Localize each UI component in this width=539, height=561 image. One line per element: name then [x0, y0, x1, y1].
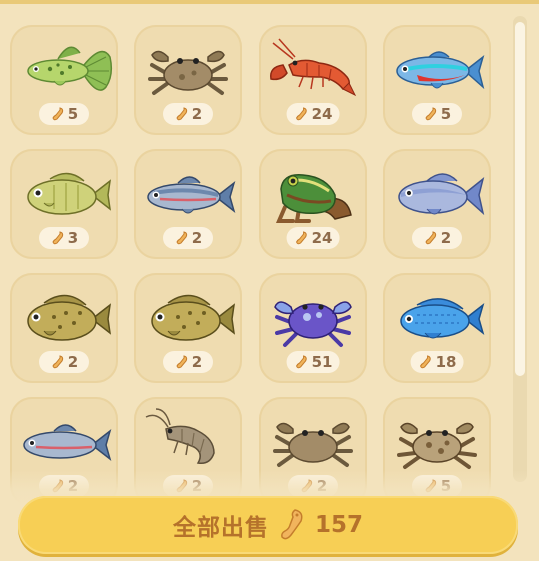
price-value: 2 — [67, 353, 79, 371]
item-card-blue-cichlid[interactable]: 18 — [383, 273, 491, 383]
price-tag: 3 — [39, 227, 89, 249]
sell-all-label: 全部出售 — [172, 515, 269, 541]
item-card-shrimp[interactable]: 24 — [259, 25, 367, 135]
price-value: 2 — [440, 229, 452, 247]
item-card-crab[interactable]: 2 — [134, 25, 242, 135]
bluegill-icon — [27, 172, 112, 215]
bait-icon — [176, 231, 187, 245]
price-value: 24 — [311, 229, 333, 247]
item-card-guppy[interactable]: 5 — [10, 25, 118, 135]
price-value: 18 — [435, 353, 457, 371]
price-tag: 5 — [412, 103, 462, 125]
sell-all-total: 157 — [314, 512, 363, 538]
item-card-bluegill[interactable]: 3 — [10, 149, 118, 259]
blue-cichlid-icon — [400, 298, 485, 339]
item-card-purple-crab[interactable]: 51 — [259, 273, 367, 383]
sunfish-icon — [151, 294, 236, 341]
price-tag: 2 — [412, 227, 462, 249]
bait-icon — [296, 231, 307, 245]
sunfish-icon — [27, 294, 112, 341]
price-value: 2 — [191, 353, 203, 371]
price-value: 51 — [311, 353, 333, 371]
item-card-frog[interactable]: 24 — [259, 149, 367, 259]
price-tag: 2 — [163, 227, 213, 249]
price-value: 5 — [67, 105, 79, 123]
item-card-sunfish[interactable]: 2 — [10, 273, 118, 383]
price-tag: 2 — [39, 351, 89, 373]
price-value: 24 — [311, 105, 333, 123]
minnow-icon — [147, 176, 236, 214]
guppy-icon — [27, 46, 113, 91]
bait-icon — [425, 107, 436, 121]
bait-icon — [176, 355, 187, 369]
blue-carp-icon — [398, 173, 485, 216]
item-card-blue-carp[interactable]: 2 — [383, 149, 491, 259]
bait-icon — [296, 107, 307, 121]
price-tag: 24 — [286, 103, 340, 125]
price-value: 2 — [191, 229, 203, 247]
river-shrimp-icon — [145, 408, 215, 465]
price-value: 5 — [440, 105, 452, 123]
price-value: 2 — [191, 105, 203, 123]
price-tag: 18 — [410, 351, 464, 373]
bait-icon — [296, 355, 307, 369]
item-card-neon-tetra[interactable]: 5 — [383, 25, 491, 135]
bait-icon — [425, 231, 436, 245]
bait-icon — [52, 355, 63, 369]
bait-icon — [176, 107, 187, 121]
purple-crab-icon — [274, 301, 352, 347]
price-tag: 51 — [286, 351, 340, 373]
scrollbar-thumb[interactable] — [515, 22, 525, 376]
price-tag: 2 — [163, 351, 213, 373]
frog-icon — [275, 174, 352, 223]
price-tag: 5 — [39, 103, 89, 125]
price-tag: 24 — [286, 227, 340, 249]
shrimp-icon — [270, 38, 357, 97]
bait-icon — [52, 107, 63, 121]
price-tag: 2 — [163, 103, 213, 125]
bait-icon — [277, 507, 307, 543]
neon-tetra-icon — [396, 51, 485, 90]
bait-icon — [52, 231, 63, 245]
item-card-sunfish[interactable]: 2 — [134, 273, 242, 383]
bait-icon — [420, 355, 431, 369]
price-value: 3 — [67, 229, 79, 247]
crab-icon — [273, 422, 353, 467]
sell-all-button[interactable]: 全部出售 157 — [18, 496, 518, 554]
item-card-minnow[interactable]: 2 — [134, 149, 242, 259]
minnow-icon — [23, 424, 112, 462]
scrollbar-track[interactable] — [513, 16, 527, 482]
crab-icon — [148, 50, 228, 95]
spotted-crab-icon — [397, 422, 477, 469]
